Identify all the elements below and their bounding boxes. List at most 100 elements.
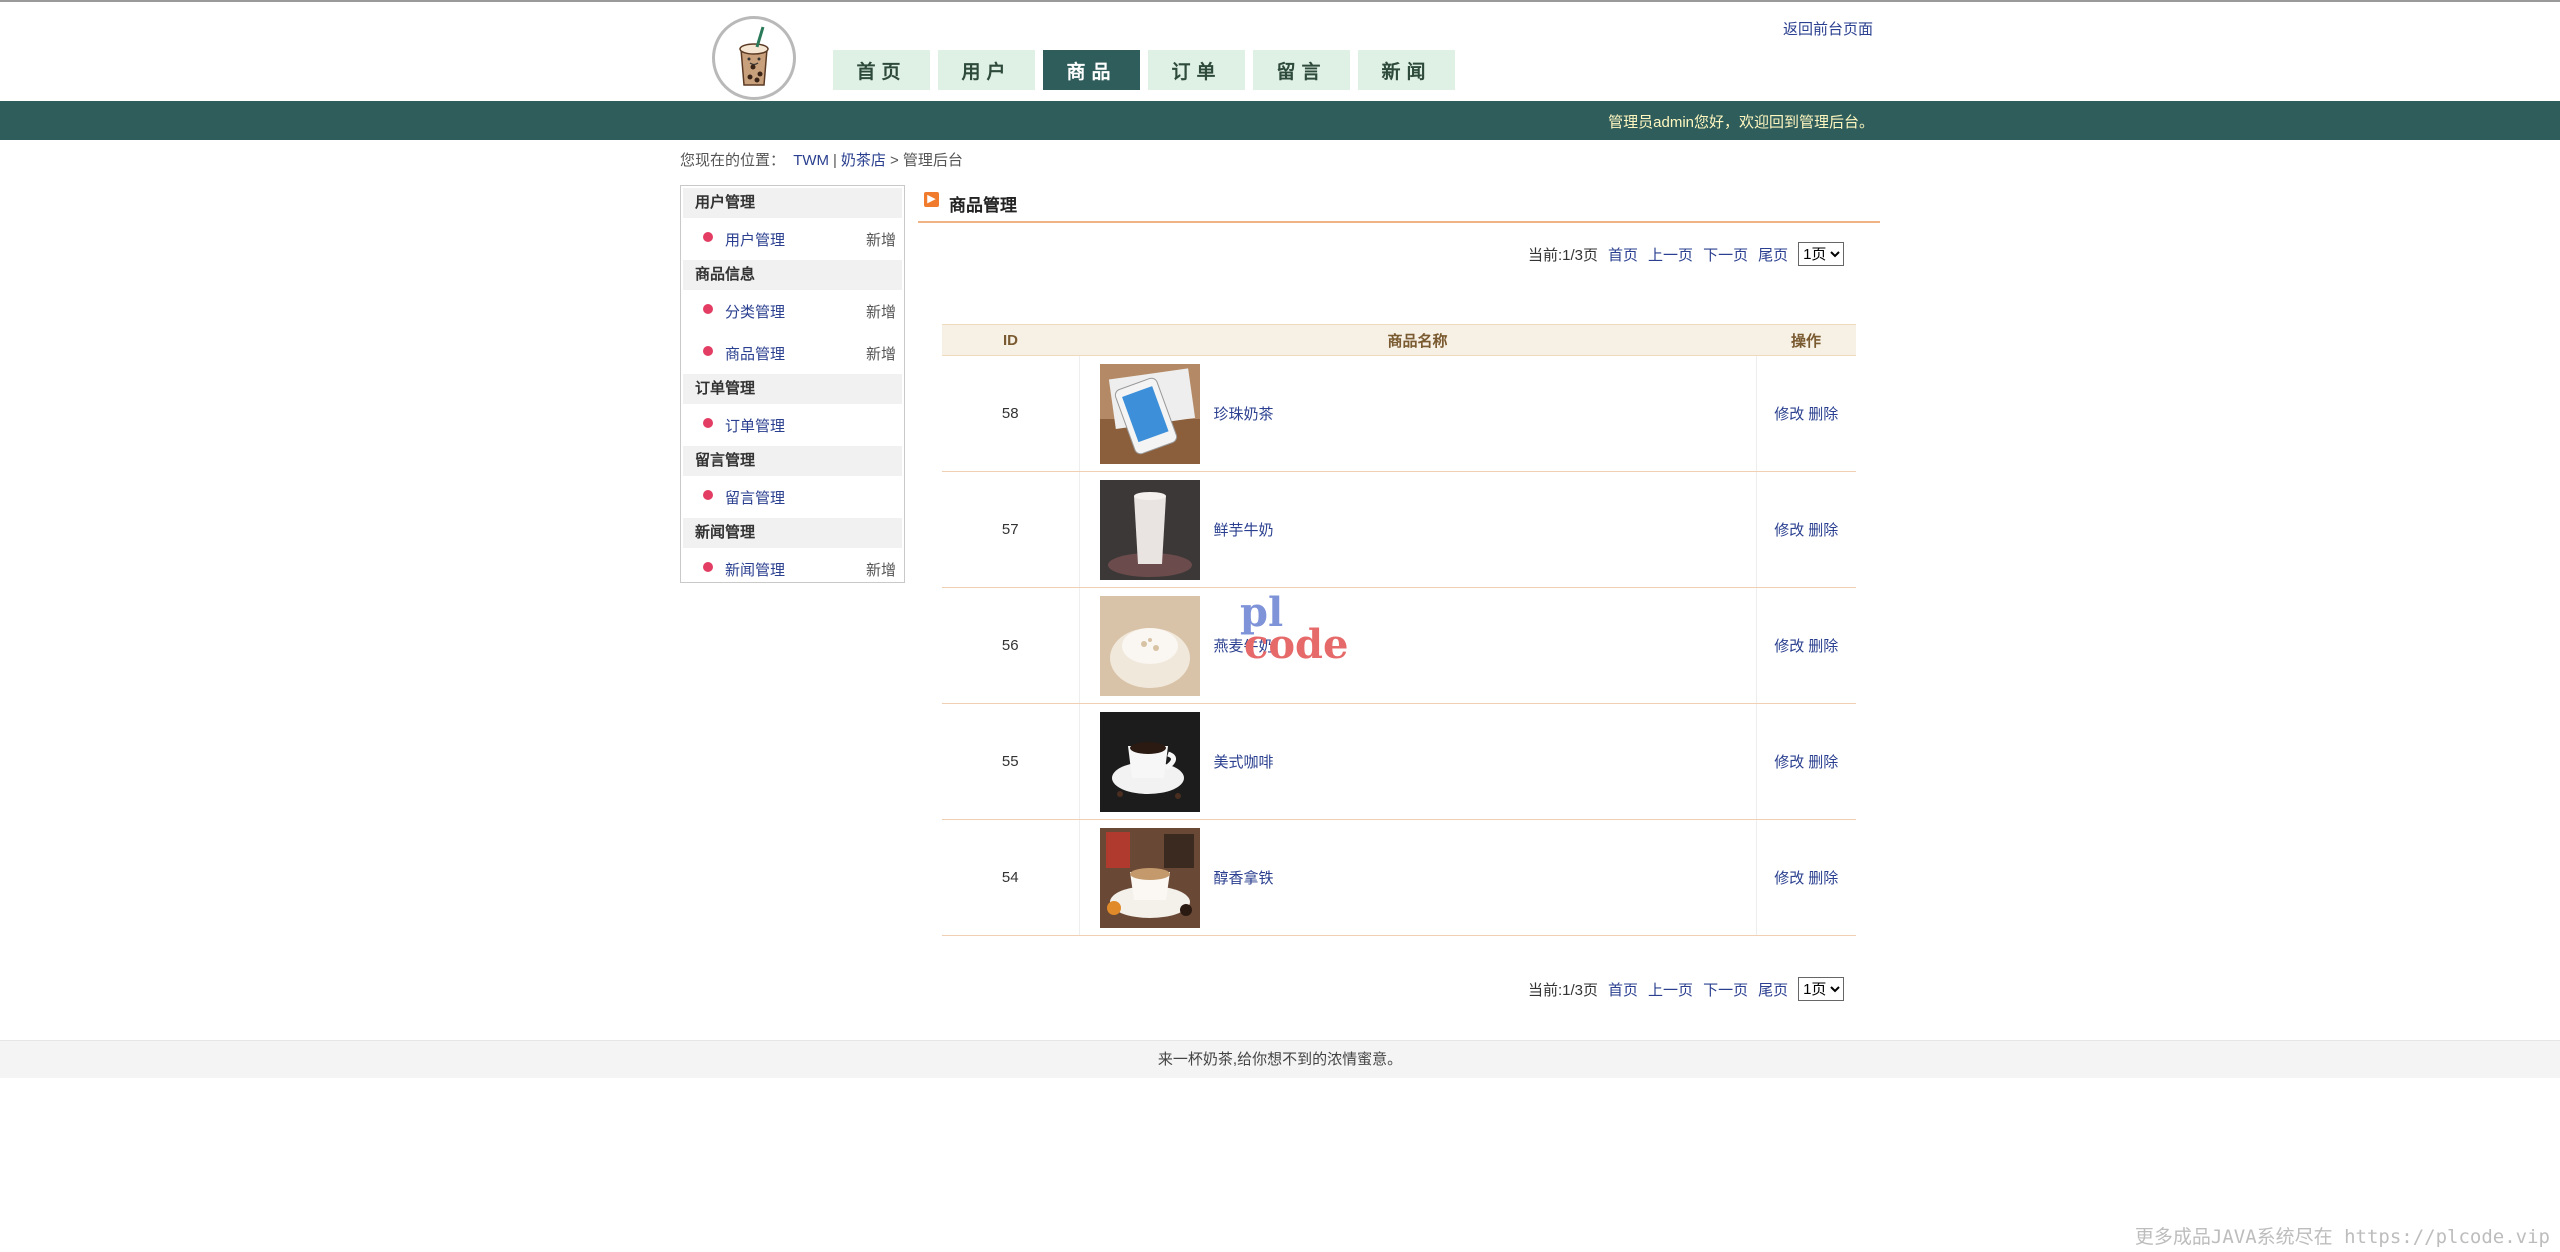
main-nav: 首页 用户 商品 订单 留言 新闻 — [833, 50, 1455, 90]
bullet-icon — [703, 562, 713, 572]
corner-watermark-text: 更多成品JAVA系统尽在 https://plcode.vip — [2134, 1226, 2550, 1248]
top-border — [0, 0, 2560, 2]
admin-sidebar: 用户管理 用户管理 新增 商品信息 分类管理 新增 商品管理 新增 订单管理 订… — [680, 185, 905, 583]
breadcrumb-shop-link[interactable]: 奶茶店 — [841, 152, 886, 169]
order-management-link[interactable]: 订单管理 — [725, 415, 896, 436]
row-id: 54 — [942, 819, 1080, 936]
product-name-link[interactable]: 鲜芋牛奶 — [1214, 519, 1274, 540]
nav-news[interactable]: 新闻 — [1358, 50, 1455, 90]
delete-link[interactable]: 删除 — [1808, 406, 1838, 423]
pager-status: 当前:1/3页 — [1528, 246, 1599, 264]
sidebar-item-product-management: 商品管理 新增 — [683, 332, 902, 374]
bullet-icon — [703, 490, 713, 500]
pager-top: 当前:1/3页 首页 上一页 下一页 尾页 1页 — [1528, 242, 1845, 266]
breadcrumb-prefix: 您现在的位置： — [680, 152, 786, 169]
row-id: 56 — [942, 587, 1080, 704]
nav-users[interactable]: 用户 — [938, 50, 1035, 90]
nav-orders[interactable]: 订单 — [1148, 50, 1245, 90]
sidebar-item-message-management: 留言管理 — [683, 476, 902, 518]
header-id: ID — [942, 324, 1079, 356]
add-category-link[interactable]: 新增 — [866, 301, 896, 322]
welcome-bar: 管理员admin您好，欢迎回到管理后台。 — [0, 101, 2560, 140]
row-id: 58 — [942, 355, 1080, 472]
edit-link[interactable]: 修改 — [1774, 870, 1804, 887]
table-row: 54 醇香拿铁 修改 删除 — [942, 819, 1856, 936]
news-management-link[interactable]: 新闻管理 — [725, 559, 866, 580]
product-name-link[interactable]: 醇香拿铁 — [1214, 867, 1274, 888]
welcome-text: 管理员admin您好，欢迎回到管理后台。 — [1608, 114, 1874, 131]
edit-link[interactable]: 修改 — [1774, 638, 1804, 655]
nav-products[interactable]: 商品 — [1043, 50, 1140, 90]
pager-first-link[interactable]: 首页 — [1608, 244, 1638, 265]
delete-link[interactable]: 删除 — [1808, 522, 1838, 539]
page-select[interactable]: 1页 — [1798, 977, 1845, 1001]
breadcrumb-site-link[interactable]: TWM — [793, 152, 829, 169]
breadcrumb-separator: | — [833, 152, 837, 169]
product-name-link[interactable]: 珍珠奶茶 — [1214, 403, 1274, 424]
header-name: 商品名称 — [1079, 324, 1756, 356]
footer: 来一杯奶茶,给你想不到的浓情蜜意。 — [0, 1040, 2560, 1078]
pager-last-link[interactable]: 尾页 — [1758, 244, 1788, 265]
add-product-link[interactable]: 新增 — [866, 343, 896, 364]
pager-prev-link[interactable]: 上一页 — [1648, 979, 1693, 1000]
logo-bubble-tea-icon — [712, 16, 796, 100]
delete-link[interactable]: 删除 — [1808, 754, 1838, 771]
add-user-link[interactable]: 新增 — [866, 229, 896, 250]
pager-next-link[interactable]: 下一页 — [1703, 244, 1748, 265]
sidebar-group-messages: 留言管理 — [683, 446, 902, 476]
bullet-icon — [703, 304, 713, 314]
edit-link[interactable]: 修改 — [1774, 522, 1804, 539]
bullet-icon — [703, 232, 713, 242]
back-to-frontend-link[interactable]: 返回前台页面 — [1783, 18, 1873, 39]
table-row: 58 珍珠奶茶 修改 删除 — [942, 355, 1856, 472]
product-thumbnail-oat-milk[interactable] — [1099, 595, 1200, 696]
product-thumbnail-phone[interactable] — [1099, 363, 1200, 464]
sidebar-group-users: 用户管理 — [683, 188, 902, 218]
nav-messages[interactable]: 留言 — [1253, 50, 1350, 90]
sidebar-group-products: 商品信息 — [683, 260, 902, 290]
product-thumbnail-coffee[interactable] — [1099, 711, 1200, 812]
pager-status: 当前:1/3页 — [1528, 981, 1599, 999]
sidebar-group-news: 新闻管理 — [683, 518, 902, 548]
sidebar-item-user-management: 用户管理 新增 — [683, 218, 902, 260]
table-row: 56 燕麦牛奶 修改 删除 — [942, 587, 1856, 704]
sidebar-item-order-management: 订单管理 — [683, 404, 902, 446]
breadcrumb: 您现在的位置： TWM | 奶茶店 > 管理后台 — [680, 149, 963, 170]
product-management-link[interactable]: 商品管理 — [725, 343, 866, 364]
bullet-icon — [703, 346, 713, 356]
product-table: ID 商品名称 操作 58 珍珠奶茶 修改 删除 57 鲜芋牛奶 修改 删除 5… — [942, 324, 1856, 936]
page-title: 商品管理 — [949, 196, 1017, 215]
pager-next-link[interactable]: 下一页 — [1703, 979, 1748, 1000]
pager-first-link[interactable]: 首页 — [1608, 979, 1638, 1000]
section-title: ▶ 商品管理 — [918, 188, 1880, 223]
sidebar-item-news-management: 新闻管理 新增 — [683, 548, 902, 590]
arrow-right-icon: ▶ — [924, 192, 939, 207]
user-management-link[interactable]: 用户管理 — [725, 229, 866, 250]
header-actions: 操作 — [1756, 324, 1856, 356]
message-management-link[interactable]: 留言管理 — [725, 487, 896, 508]
breadcrumb-arrow: > — [889, 152, 899, 169]
breadcrumb-current: 管理后台 — [902, 152, 963, 169]
category-management-link[interactable]: 分类管理 — [725, 301, 866, 322]
product-name-link[interactable]: 美式咖啡 — [1214, 751, 1274, 772]
delete-link[interactable]: 删除 — [1808, 638, 1838, 655]
product-thumbnail-latte[interactable] — [1099, 827, 1200, 928]
table-header-row: ID 商品名称 操作 — [942, 324, 1856, 356]
delete-link[interactable]: 删除 — [1808, 870, 1838, 887]
add-news-link[interactable]: 新增 — [866, 559, 896, 580]
footer-text: 来一杯奶茶,给你想不到的浓情蜜意。 — [1157, 1051, 1403, 1068]
pager-bottom: 当前:1/3页 首页 上一页 下一页 尾页 1页 — [1528, 977, 1845, 1001]
pager-last-link[interactable]: 尾页 — [1758, 979, 1788, 1000]
table-row: 55 美式咖啡 修改 删除 — [942, 703, 1856, 820]
pager-prev-link[interactable]: 上一页 — [1648, 244, 1693, 265]
nav-home[interactable]: 首页 — [833, 50, 930, 90]
sidebar-item-category-management: 分类管理 新增 — [683, 290, 902, 332]
watermark-line2: code — [1244, 621, 1349, 668]
sidebar-group-orders: 订单管理 — [683, 374, 902, 404]
row-id: 55 — [942, 703, 1080, 820]
bullet-icon — [703, 418, 713, 428]
page-select[interactable]: 1页 — [1798, 242, 1845, 266]
edit-link[interactable]: 修改 — [1774, 754, 1804, 771]
product-thumbnail-milk[interactable] — [1099, 479, 1200, 580]
edit-link[interactable]: 修改 — [1774, 406, 1804, 423]
